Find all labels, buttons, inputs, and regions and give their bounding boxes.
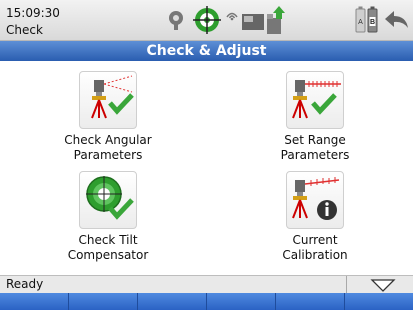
current-calibration-icon	[286, 171, 344, 229]
softkey-1[interactable]	[0, 293, 69, 310]
clock: 15:09:30	[6, 6, 60, 20]
check-angular-parameters-button[interactable]: Check Angular Parameters	[33, 71, 183, 163]
softkey-2[interactable]	[69, 293, 138, 310]
check-angular-label: Check Angular Parameters	[64, 133, 152, 162]
softkey-4[interactable]	[207, 293, 276, 310]
battery-b-label: B	[370, 19, 375, 26]
check-tilt-compensator-button[interactable]: Check Tilt Compensator	[33, 171, 183, 263]
status-text: Ready	[6, 277, 44, 291]
check-tilt-label: Check Tilt Compensator	[67, 233, 149, 262]
softkey-6[interactable]	[345, 293, 413, 310]
set-range-label: Set Range Parameters	[280, 133, 350, 162]
status-divider	[346, 276, 347, 294]
prism-icon[interactable]	[165, 9, 187, 31]
set-range-icon	[286, 71, 344, 129]
set-range-parameters-button[interactable]: Set Range Parameters	[240, 71, 390, 163]
instrument-upload-icon[interactable]	[266, 5, 286, 35]
signal-icon[interactable]	[225, 8, 239, 22]
top-status-bar: 15:09:30 Check A B	[0, 0, 413, 41]
current-calibration-label: Current Calibration	[282, 233, 348, 262]
target-tracking-icon[interactable]	[193, 6, 221, 34]
bottom-status-bar: Ready	[0, 275, 413, 294]
softkey-bar	[0, 293, 413, 310]
page-title: Check & Adjust	[0, 41, 413, 61]
battery-icon: A B	[355, 6, 378, 33]
battery-a-label: A	[358, 19, 363, 26]
chevron-down-icon[interactable]	[370, 278, 396, 292]
check-tilt-icon	[79, 171, 137, 229]
context-label: Check	[6, 23, 43, 37]
memory-card-icon[interactable]	[241, 11, 265, 33]
check-angular-icon	[79, 71, 137, 129]
current-calibration-button[interactable]: Current Calibration	[240, 171, 390, 263]
softkey-3[interactable]	[138, 293, 207, 310]
softkey-5[interactable]	[276, 293, 345, 310]
back-arrow-icon[interactable]	[384, 9, 410, 31]
